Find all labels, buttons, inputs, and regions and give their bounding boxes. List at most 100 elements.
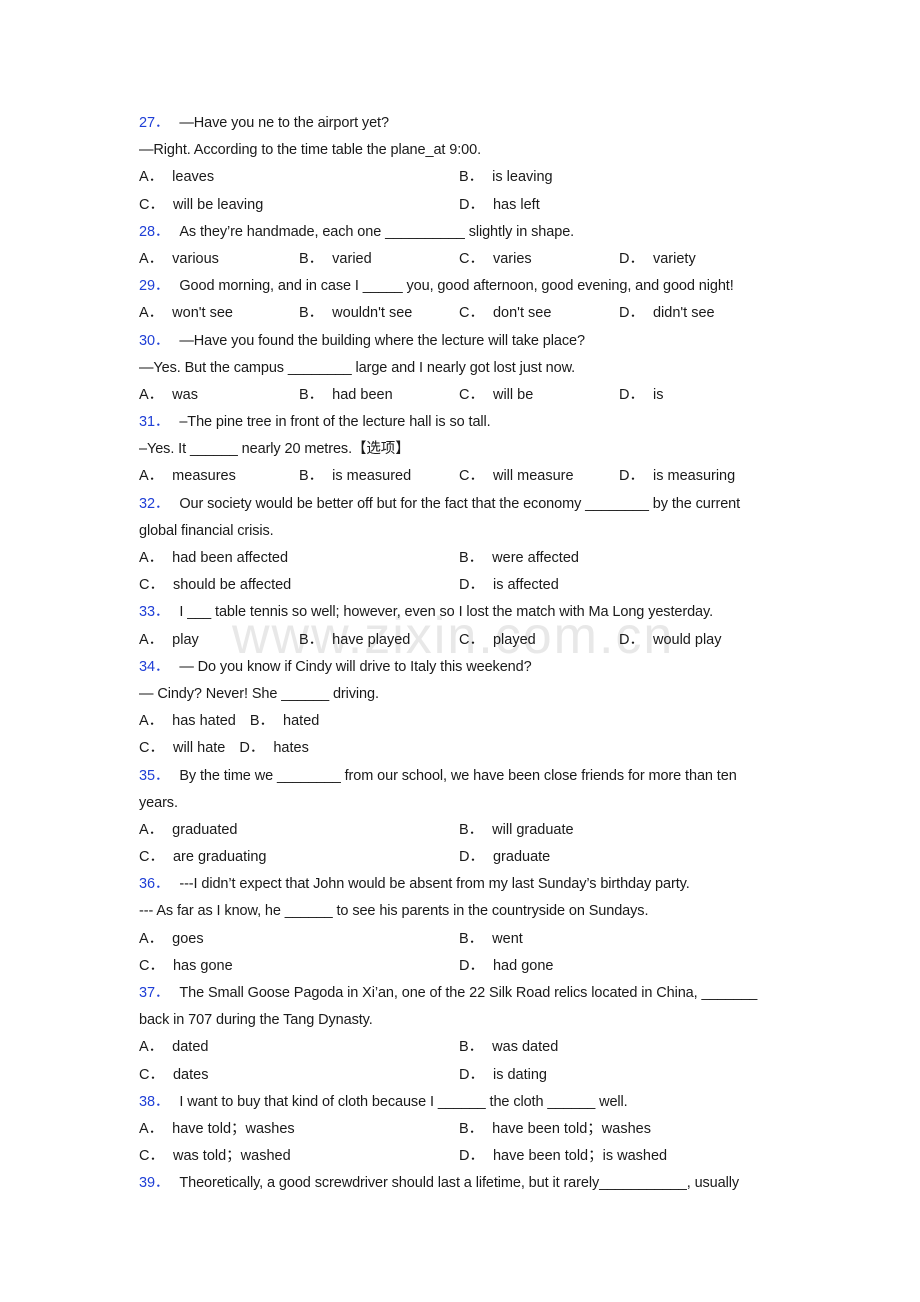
stem-text: As they’re handmade, each one __________…	[179, 223, 575, 240]
option-a[interactable]: A． leaves	[139, 164, 459, 191]
option-text: won't see	[172, 305, 233, 322]
question-2: 29． Good morning, and in case I _____ you…	[139, 273, 779, 327]
option-c[interactable]: C． has gone	[139, 953, 459, 980]
option-b[interactable]: B． wouldn't see	[299, 300, 459, 327]
question-number: 32．	[139, 495, 170, 512]
option-letter: D．	[619, 631, 644, 648]
option-c[interactable]: C． was told；washed	[139, 1143, 459, 1170]
option-c[interactable]: C． played	[459, 627, 619, 654]
option-c[interactable]: C． will be leaving	[139, 192, 459, 219]
question-10: 37． The Small Goose Pagoda in Xi’an, one …	[139, 980, 779, 1089]
option-text: graduate	[492, 849, 551, 866]
option-c[interactable]: C． varies	[459, 246, 619, 273]
question-stem: 35． By the time we ________ from our scho…	[139, 763, 779, 790]
option-text: leaves	[172, 169, 215, 186]
question-stem: 39． Theoretically, a good screwdriver sho…	[139, 1170, 779, 1197]
stem-text: Our society would be better off but for …	[179, 495, 741, 512]
option-a[interactable]: A． play	[139, 627, 299, 654]
option-text: went	[492, 930, 523, 947]
option-letter: B．	[299, 250, 324, 267]
option-b[interactable]: B． is measured	[299, 463, 459, 490]
option-text: was	[172, 386, 198, 403]
option-a[interactable]: A． had been affected	[139, 545, 459, 572]
option-d[interactable]: D． hates	[239, 735, 308, 762]
option-letter: A．	[139, 1120, 164, 1137]
option-d[interactable]: D． graduate	[459, 844, 779, 871]
option-letter: D．	[459, 957, 484, 974]
options-row: A． have told；washes B． have been told；washe…	[139, 1116, 779, 1143]
option-letter: A．	[139, 631, 164, 648]
option-b[interactable]: B． was dated	[459, 1034, 779, 1061]
option-b[interactable]: B． will graduate	[459, 817, 779, 844]
option-b[interactable]: B． went	[459, 926, 779, 953]
option-letter: B．	[299, 468, 324, 485]
question-stem-continued: --- As far as I know, he ______ to see h…	[139, 898, 779, 925]
options-row: C． should be affected D． is affected	[139, 572, 779, 599]
option-a[interactable]: A． graduated	[139, 817, 459, 844]
option-a[interactable]: A． was	[139, 382, 299, 409]
stem-text: I want to buy that kind of cloth because…	[179, 1093, 628, 1110]
options-row: A． play B． have played C． played D． would play	[139, 627, 779, 654]
stem-text: ---I didn’t expect that John would be ab…	[179, 876, 690, 893]
option-text: should be affected	[172, 577, 292, 594]
option-b[interactable]: B． have been told；washes	[459, 1116, 779, 1143]
option-c[interactable]: C． will be	[459, 382, 619, 409]
option-a[interactable]: A． won't see	[139, 300, 299, 327]
option-d[interactable]: D． would play	[619, 627, 779, 654]
option-d[interactable]: D． is affected	[459, 572, 779, 599]
option-letter: A．	[139, 250, 164, 267]
options-row: A． was B． had been C． will be D． is	[139, 382, 779, 409]
option-d[interactable]: D． variety	[619, 246, 779, 273]
option-c[interactable]: C． don't see	[459, 300, 619, 327]
option-c[interactable]: C． will measure	[459, 463, 619, 490]
option-b[interactable]: B． varied	[299, 246, 459, 273]
stem-text: –Yes. It ______ nearly 20 metres.【选项】	[139, 441, 410, 458]
option-a[interactable]: A． measures	[139, 463, 299, 490]
option-text: varied	[332, 250, 372, 267]
option-letter: C．	[139, 849, 164, 866]
option-b[interactable]: B． had been	[299, 382, 459, 409]
option-d[interactable]: D． has left	[459, 192, 779, 219]
option-b[interactable]: B． hated	[250, 708, 319, 735]
option-b[interactable]: B． is leaving	[459, 164, 779, 191]
question-stem-continued: global financial crisis.	[139, 518, 779, 545]
option-text: dated	[172, 1039, 209, 1056]
option-a[interactable]: A． various	[139, 246, 299, 273]
option-letter: B．	[459, 821, 484, 838]
question-number: 31．	[139, 414, 170, 431]
option-text: would play	[652, 631, 722, 648]
option-text: played	[492, 631, 536, 648]
option-c[interactable]: C． dates	[139, 1062, 459, 1089]
option-text: is measuring	[652, 468, 736, 485]
options-row: C． are graduating D． graduate	[139, 844, 779, 871]
option-d[interactable]: D． had gone	[459, 953, 779, 980]
option-d[interactable]: D． is	[619, 382, 779, 409]
option-b[interactable]: B． were affected	[459, 545, 779, 572]
option-text: had been affected	[172, 550, 289, 566]
option-d[interactable]: D． is measuring	[619, 463, 779, 490]
question-stem: 36． ---I didn’t expect that John would be…	[139, 871, 779, 898]
question-12: 39． Theoretically, a good screwdriver sho…	[139, 1170, 779, 1197]
question-stem: 33． I ___ table tennis so well; however, …	[139, 599, 779, 626]
options-row: A． has hated B． hated	[139, 708, 779, 735]
option-text: has hated	[172, 713, 236, 730]
option-a[interactable]: A． dated	[139, 1034, 459, 1061]
question-number: 34．	[139, 658, 170, 675]
stem-text: –The pine tree in front of the lecture h…	[179, 414, 491, 431]
option-letter: A．	[139, 930, 164, 947]
option-text: is dating	[492, 1066, 547, 1083]
option-a[interactable]: A． have told；washes	[139, 1116, 459, 1143]
option-c[interactable]: C． are graduating	[139, 844, 459, 871]
option-b[interactable]: B． have played	[299, 627, 459, 654]
question-stem-continued: —Yes. But the campus ________ large and …	[139, 355, 779, 382]
option-c[interactable]: C． will hate	[139, 735, 225, 762]
stem-text: --- As far as I know, he ______ to see h…	[139, 903, 649, 920]
option-d[interactable]: D． didn't see	[619, 300, 779, 327]
option-a[interactable]: A． has hated	[139, 708, 236, 735]
option-d[interactable]: D． have been told；is washed	[459, 1143, 779, 1170]
option-a[interactable]: A． goes	[139, 926, 459, 953]
option-d[interactable]: D． is dating	[459, 1062, 779, 1089]
option-letter: D．	[239, 740, 265, 757]
option-c[interactable]: C． should be affected	[139, 572, 459, 599]
option-letter: B．	[299, 386, 324, 403]
